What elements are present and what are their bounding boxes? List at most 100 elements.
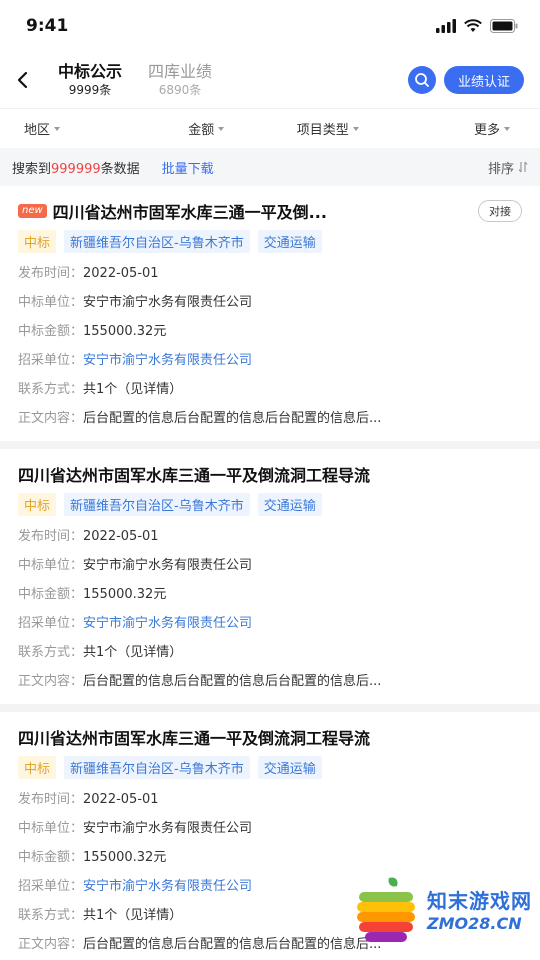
region-tag: 新疆维吾尔自治区-乌鲁木齐市: [64, 230, 250, 253]
winner-field: 中标单位：安宁市渝宁水务有限责任公司: [18, 551, 522, 580]
bid-card[interactable]: 四川省达州市固军水库三通一平及倒流洞工程导流 中标 新疆维吾尔自治区-乌鲁木齐市…: [0, 449, 540, 704]
field-value: 2022-05-01: [83, 792, 159, 807]
result-prefix: 搜索到: [12, 161, 52, 177]
back-button[interactable]: [10, 65, 34, 95]
performance-cert-button[interactable]: 业绩认证: [443, 66, 524, 94]
field-label: 正文内容：: [18, 937, 84, 952]
buyer-link[interactable]: 安宁市渝宁水务有限责任公司: [83, 616, 252, 631]
publish-time-field: 发布时间：2022-05-01: [18, 785, 522, 814]
field-label: 招采单位：: [18, 616, 84, 631]
caret-down-icon: [352, 126, 359, 131]
bid-card[interactable]: new 四川省达州市固军水库三通一平及倒... 对接 中标 新疆维吾尔自治区-乌…: [0, 186, 540, 441]
tab-bid-announcement[interactable]: 中标公示 9999条: [58, 62, 122, 98]
content-field: 正文内容：后台配置的信息后台配置的信息后台配置的信息后...: [18, 404, 522, 433]
status-tag: 中标: [18, 230, 57, 253]
region-tag: 新疆维吾尔自治区-乌鲁木齐市: [64, 756, 250, 779]
field-value: 共1个（见详情）: [83, 645, 183, 660]
result-bar: 搜索到999999条数据 批量下载 排序: [0, 148, 540, 186]
field-value: 后台配置的信息后台配置的信息后台配置的信息后...: [83, 674, 382, 689]
field-label: 中标单位：: [18, 558, 84, 573]
field-label: 中标金额：: [18, 850, 84, 865]
card-title: 四川省达州市固军水库三通一平及倒流洞工程导流: [18, 466, 371, 485]
tab-label: 中标公示: [58, 62, 123, 81]
new-badge: new: [18, 204, 47, 218]
buyer-field: 招采单位：安宁市渝宁水务有限责任公司: [18, 609, 522, 638]
filter-label: 金额: [188, 123, 215, 138]
content-field: 正文内容：后台配置的信息后台配置的信息后台配置的信息后...: [18, 667, 522, 696]
category-tag: 交通运输: [257, 756, 322, 779]
publish-time-field: 发布时间：2022-05-01: [18, 522, 522, 551]
field-value: 155000.32元: [83, 324, 167, 339]
field-value: 安宁市渝宁水务有限责任公司: [83, 295, 253, 310]
contact-field: 联系方式：共1个（见详情）: [18, 638, 522, 667]
status-time: 9:41: [26, 16, 69, 36]
sort-label: 排序: [487, 161, 514, 177]
field-value: 155000.32元: [83, 850, 167, 865]
result-suffix: 条数据: [100, 161, 140, 177]
field-label: 招采单位：: [18, 879, 84, 894]
field-label: 正文内容：: [18, 674, 84, 689]
tag-row: 中标 新疆维吾尔自治区-乌鲁木齐市 交通运输: [18, 493, 522, 516]
amount-field: 中标金额：155000.32元: [18, 580, 522, 609]
card-title: 四川省达州市固军水库三通一平及倒...: [52, 203, 327, 222]
card-title: 四川省达州市固军水库三通一平及倒流洞工程导流: [18, 729, 371, 748]
filter-amount[interactable]: 金额: [146, 119, 268, 138]
category-tag: 交通运输: [257, 493, 322, 516]
field-label: 发布时间：: [18, 266, 84, 281]
field-label: 中标金额：: [18, 587, 84, 602]
field-value: 共1个（见详情）: [83, 382, 183, 397]
tag-row: 中标 新疆维吾尔自治区-乌鲁木齐市 交通运输: [18, 230, 522, 253]
field-label: 招采单位：: [18, 353, 84, 368]
signal-icon: [436, 19, 456, 33]
region-tag: 新疆维吾尔自治区-乌鲁木齐市: [64, 493, 250, 516]
field-value: 共1个（见详情）: [83, 908, 183, 923]
buyer-field: 招采单位：安宁市渝宁水务有限责任公司: [18, 346, 522, 375]
tab-count: 9999条: [68, 83, 112, 97]
field-label: 正文内容：: [18, 411, 84, 426]
search-button[interactable]: [407, 66, 436, 94]
sort-button[interactable]: 排序: [488, 158, 528, 177]
tab-label: 四库业绩: [148, 62, 213, 81]
field-value: 155000.32元: [83, 587, 167, 602]
caret-down-icon: [504, 126, 510, 131]
tag-row: 中标 新疆维吾尔自治区-乌鲁木齐市 交通运输: [18, 756, 522, 779]
field-value: 安宁市渝宁水务有限责任公司: [83, 821, 253, 836]
field-label: 中标单位：: [18, 821, 84, 836]
amount-field: 中标金额：155000.32元: [18, 317, 522, 346]
watermark-text: 知末游戏网 ZMO28.CN: [427, 885, 532, 933]
site-watermark: 知末游戏网 ZMO28.CN: [349, 872, 532, 946]
status-tag: 中标: [18, 493, 57, 516]
field-value: 后台配置的信息后台配置的信息后台配置的信息后...: [83, 411, 382, 426]
category-tag: 交通运输: [257, 230, 322, 253]
card-title-row: 四川省达州市固军水库三通一平及倒流洞工程导流: [18, 724, 522, 750]
search-icon: [415, 73, 429, 87]
filter-project-type[interactable]: 项目类型: [267, 119, 389, 138]
amount-field: 中标金额：155000.32元: [18, 843, 522, 872]
caret-down-icon: [54, 126, 61, 131]
buyer-link[interactable]: 安宁市渝宁水务有限责任公司: [83, 879, 252, 894]
field-value: 安宁市渝宁水务有限责任公司: [83, 558, 253, 573]
tab-group: 中标公示 9999条 四库业绩 6890条: [58, 62, 212, 98]
tab-four-library[interactable]: 四库业绩 6890条: [148, 62, 212, 98]
status-bar: 9:41: [0, 0, 540, 52]
status-tag: 中标: [18, 756, 57, 779]
status-icons: [436, 19, 518, 33]
filter-more[interactable]: 更多: [389, 119, 540, 138]
tab-count: 6890条: [158, 83, 202, 97]
result-count: 999999: [51, 161, 101, 177]
field-label: 发布时间：: [18, 529, 84, 544]
buyer-link[interactable]: 安宁市渝宁水务有限责任公司: [83, 353, 252, 368]
filter-region[interactable]: 地区: [0, 119, 146, 138]
field-value: 2022-05-01: [83, 266, 159, 281]
field-label: 联系方式：: [18, 908, 84, 923]
watermark-cn: 知末游戏网: [427, 889, 532, 913]
filter-bar: 地区 金额 项目类型 更多: [0, 108, 540, 148]
watermark-en: ZMO28.CN: [427, 914, 522, 933]
result-summary: 搜索到999999条数据: [12, 158, 140, 177]
connect-button[interactable]: 对接: [478, 200, 522, 222]
caret-down-icon: [218, 126, 225, 131]
card-title-row: 四川省达州市固军水库三通一平及倒流洞工程导流: [18, 461, 522, 487]
batch-download-link[interactable]: 批量下载: [162, 158, 214, 177]
nav-bar: 中标公示 9999条 四库业绩 6890条 业绩认证: [0, 52, 540, 108]
wifi-icon: [464, 19, 482, 32]
